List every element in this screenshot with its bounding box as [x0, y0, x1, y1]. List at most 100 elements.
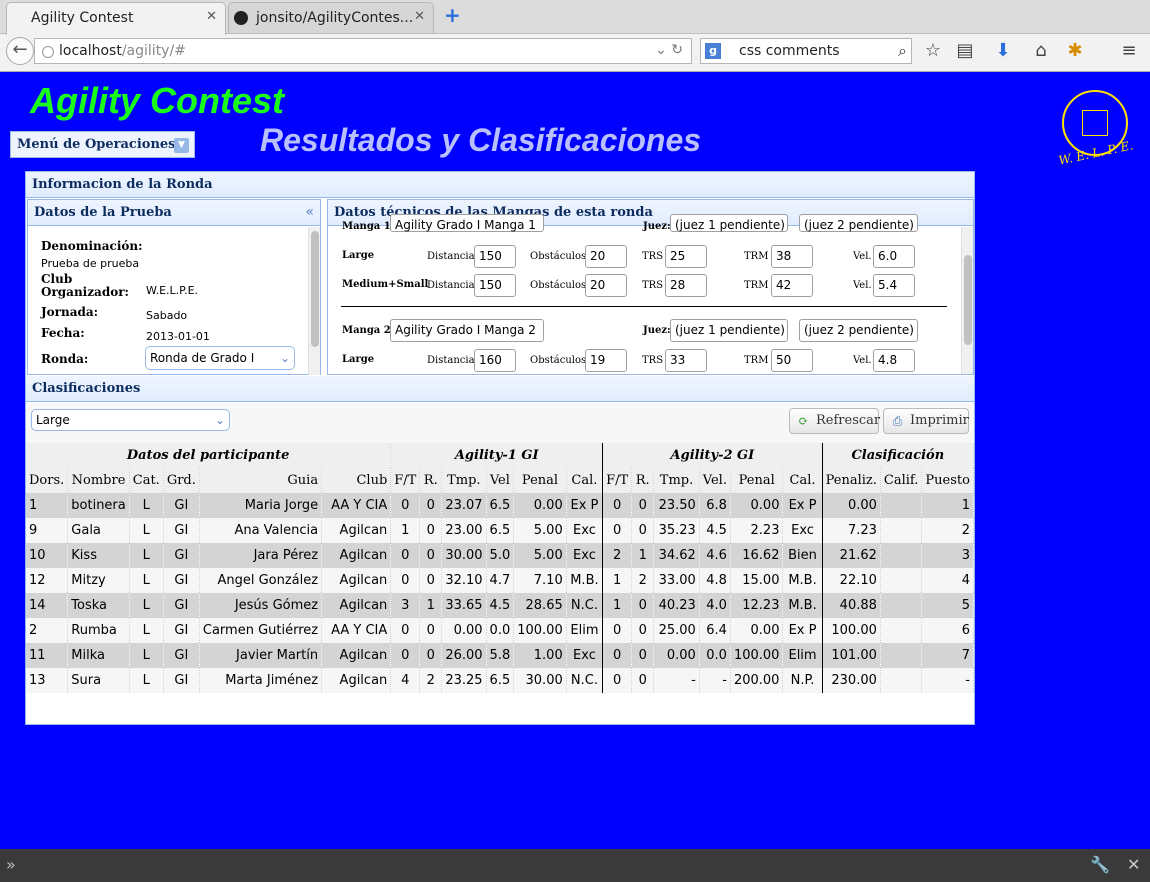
close-icon[interactable]: ✕ [414, 9, 425, 24]
tab-agility-contest[interactable]: Agility Contest ✕ [6, 2, 226, 35]
trm-input[interactable]: 50 [771, 349, 813, 372]
column-header[interactable]: Dors. [26, 468, 69, 493]
table-cell: 0.00 [730, 493, 784, 518]
trm-label: TRM [744, 280, 769, 291]
dist-input[interactable]: 150 [474, 274, 516, 297]
manga1-juez-label: Juez: [643, 221, 671, 232]
collapse-icon[interactable]: « [305, 204, 314, 220]
table-cell: 6 [921, 618, 974, 643]
fecha-value: 2013-01-01 [146, 330, 210, 343]
trs-input[interactable]: 28 [665, 274, 707, 297]
trm-input[interactable]: 38 [771, 245, 813, 268]
search-icon[interactable]: ⌕ [898, 41, 907, 61]
print-button[interactable]: ⎙ Imprimir [883, 408, 969, 434]
column-header[interactable]: Penal [513, 468, 567, 493]
column-header[interactable]: R. [631, 468, 655, 493]
obs-input[interactable]: 19 [585, 349, 627, 372]
search-input[interactable]: g css comments ⌕ [700, 38, 912, 64]
column-header[interactable]: Vel [486, 468, 515, 493]
table-cell: 6.8 [699, 493, 731, 518]
trm-input[interactable]: 42 [771, 274, 813, 297]
dist-input[interactable]: 160 [474, 349, 516, 372]
menu-icon[interactable]: ≡ [1118, 40, 1140, 61]
bookmark-star-icon[interactable]: ☆ [922, 40, 944, 61]
reload-icon[interactable]: ⌄ ↻ [655, 42, 683, 58]
table-cell: L [129, 618, 164, 643]
manga2-input[interactable]: Agility Grado I Manga 2 [390, 319, 544, 342]
scrollbar[interactable] [961, 227, 973, 374]
column-header[interactable]: F/T [390, 468, 421, 493]
column-header[interactable]: Club [321, 468, 392, 493]
table-cell: 1.00 [513, 643, 567, 668]
new-tab-icon[interactable]: + [444, 5, 462, 25]
table-cell: 1 [26, 493, 69, 518]
column-header[interactable]: Penaliz. [822, 468, 881, 493]
vel-input[interactable]: 6.0 [873, 245, 915, 268]
vel-input[interactable]: 4.8 [873, 349, 915, 372]
manga2-juez2-input[interactable]: (juez 2 pendiente) [799, 319, 918, 342]
row-cat: Large [342, 250, 375, 261]
row-cat: Medium+Small [342, 279, 429, 290]
scrollbar[interactable] [308, 227, 320, 375]
table-row[interactable]: 10 Kiss L GI Jara Pérez Agilcan 0 0 30.00 5.0 5.00… [26, 543, 974, 568]
column-header[interactable]: Tmp. [653, 468, 700, 493]
trs-input[interactable]: 25 [665, 245, 707, 268]
column-header[interactable]: R. [419, 468, 443, 493]
table-cell: 0 [419, 643, 443, 668]
column-header[interactable]: F/T [602, 468, 633, 493]
column-header[interactable]: Nombre [67, 468, 130, 493]
ronda-select[interactable]: Ronda de Grado I ⌄ [145, 346, 295, 370]
table-cell: GI [163, 643, 200, 668]
wrench-icon[interactable]: 🔧 [1090, 855, 1110, 874]
reading-list-icon[interactable]: ▤ [954, 40, 976, 61]
table-cell [880, 518, 923, 543]
manga1-juez2-input[interactable]: (juez 2 pendiente) [799, 214, 918, 232]
table-row[interactable]: 2 Rumba L GI Carmen Gutiérrez AA Y CIA 0 0 0.00 0… [26, 618, 974, 643]
manga2-juez1-input[interactable]: (juez 1 pendiente) [670, 319, 788, 342]
column-header[interactable]: Grd. [163, 468, 200, 493]
table-row[interactable]: 1 botinera L GI Maria Jorge AA Y CIA 0 0 23.07 6.… [26, 493, 974, 518]
home-icon[interactable]: ⌂ [1030, 40, 1052, 61]
back-button[interactable]: ← [6, 37, 34, 65]
dist-input[interactable]: 150 [474, 245, 516, 268]
close-icon[interactable]: ✕ [1127, 855, 1140, 874]
table-row[interactable]: 11 Milka L GI Javier Martín Agilcan 0 0 26.00 5.8… [26, 643, 974, 668]
table-cell: Mitzy [67, 568, 130, 593]
table-row[interactable]: 14 Toska L GI Jesús Gómez Agilcan 3 1 33.65 4.5 28… [26, 593, 974, 618]
table-row[interactable]: 13 Sura L GI Marta Jiménez Agilcan 4 2 23.25 6.5 3… [26, 668, 974, 693]
jornada-value: Sabado [146, 309, 188, 322]
column-header[interactable]: Vel. [699, 468, 731, 493]
manga1-juez1-input[interactable]: (juez 1 pendiente) [670, 214, 788, 232]
table-cell: L [129, 493, 164, 518]
manga1-input[interactable]: Agility Grado I Manga 1 [390, 214, 544, 232]
column-header[interactable]: Calif. [880, 468, 923, 493]
table-row[interactable]: 12 Mitzy L GI Angel González Agilcan 0 0 32.10 4.… [26, 568, 974, 593]
url-bar[interactable]: localhost/agility/# ⌄ ↻ [34, 38, 692, 64]
expand-icon[interactable]: » [6, 855, 16, 874]
category-select[interactable]: Large ⌄ [31, 409, 230, 431]
group-header-row: Datos del participante Agility-1 GI Agil… [26, 443, 975, 468]
column-header[interactable]: Cal. [782, 468, 823, 493]
download-icon[interactable]: ⬇ [992, 40, 1014, 61]
column-header[interactable]: Penal [730, 468, 784, 493]
vel-input[interactable]: 5.4 [873, 274, 915, 297]
dist-label: Distancia [427, 251, 475, 262]
obs-input[interactable]: 20 [585, 274, 627, 297]
column-header[interactable]: Cal. [566, 468, 604, 493]
column-header[interactable]: Cat. [129, 468, 164, 493]
table-cell: Bien [782, 543, 823, 568]
table-cell: 0 [419, 543, 443, 568]
table-row[interactable]: 9 Gala L GI Ana Valencia Agilcan 1 0 23.00 6.5 5.0… [26, 518, 974, 543]
obs-input[interactable]: 20 [585, 245, 627, 268]
table-cell: 0 [631, 618, 655, 643]
tab-github[interactable]: jonsito/AgilityContes... ✕ [228, 2, 434, 33]
trs-input[interactable]: 33 [665, 349, 707, 372]
operations-menu-button[interactable]: Menú de Operaciones ▼ [10, 131, 195, 158]
column-header[interactable]: Tmp. [441, 468, 487, 493]
refresh-button[interactable]: ⟳ Refrescar [789, 408, 880, 434]
addon-icon[interactable]: ✱ [1064, 40, 1086, 61]
column-header[interactable]: Guia [199, 468, 323, 493]
close-icon[interactable]: ✕ [206, 9, 217, 24]
table-cell: 2 [921, 518, 974, 543]
column-header[interactable]: Puesto [921, 468, 974, 493]
